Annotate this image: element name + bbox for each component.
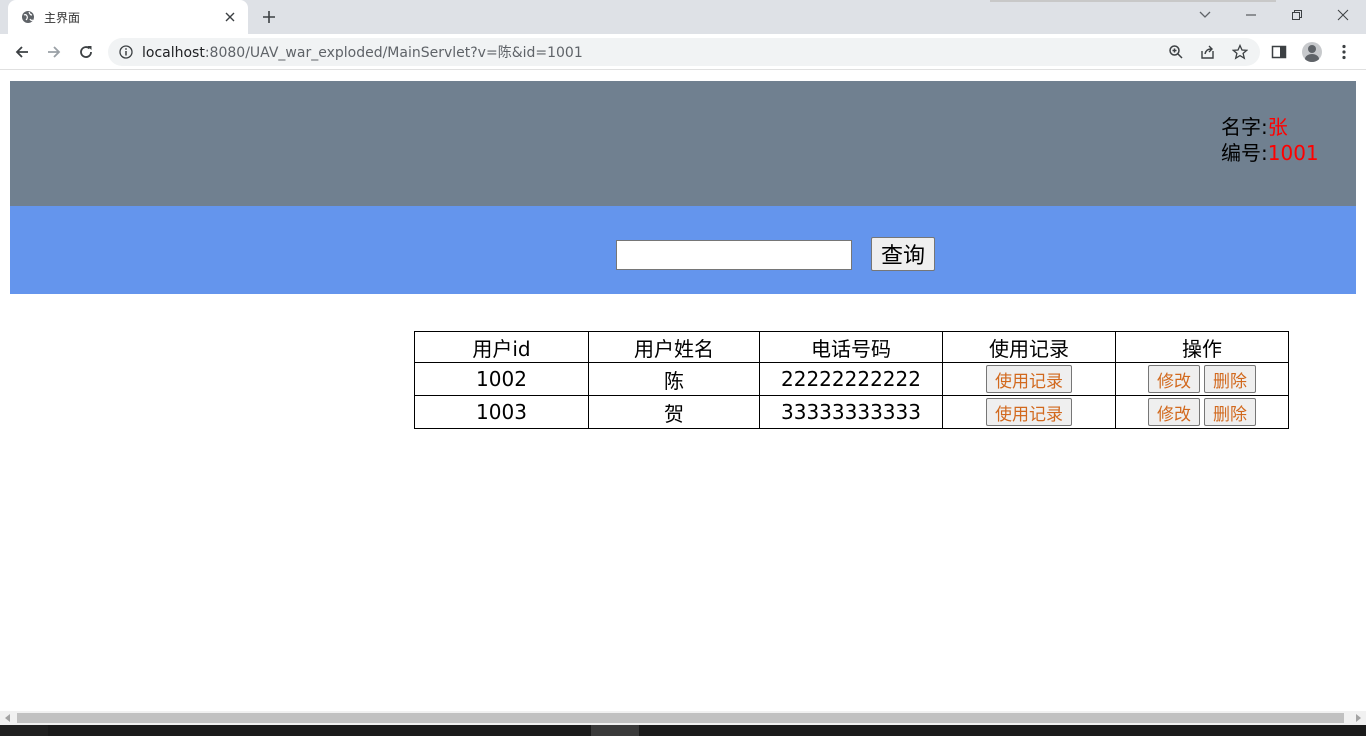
header-phone: 电话号码 [759, 331, 943, 363]
search-button[interactable]: 查询 [871, 237, 935, 271]
avatar [1302, 42, 1322, 62]
header-user-name: 用户姓名 [588, 331, 760, 363]
reload-icon [80, 46, 92, 58]
close-icon[interactable] [222, 9, 238, 25]
globe-icon [20, 9, 36, 25]
scrollbar-thumb[interactable] [17, 713, 1344, 723]
cell-user-id: 1003 [414, 395, 589, 429]
taskbar [0, 725, 1366, 736]
user-id-line: 编号:1001 [1221, 140, 1319, 166]
delete-button[interactable]: 删除 [1204, 398, 1256, 426]
back-button[interactable] [8, 38, 36, 66]
cell-actions: 修改 删除 [1115, 395, 1289, 429]
cell-actions: 修改 删除 [1115, 362, 1289, 396]
scroll-left-icon[interactable] [5, 714, 10, 722]
usage-record-button[interactable]: 使用记录 [986, 365, 1072, 393]
cell-phone: 33333333333 [759, 395, 943, 429]
id-value: 1001 [1267, 141, 1319, 165]
window-close-button[interactable] [1320, 0, 1366, 30]
menu-icon[interactable] [1332, 40, 1356, 64]
search-bar: 查询 [10, 206, 1356, 294]
table-row: 1003 贺 33333333333 使用记录 修改 删除 [414, 395, 1289, 429]
taskbar-segment [48, 725, 1366, 736]
forward-button[interactable] [40, 38, 68, 66]
name-value: 张 [1267, 115, 1288, 139]
close-icon [1337, 9, 1349, 21]
minimize-button[interactable] [1228, 0, 1274, 30]
search-input[interactable] [616, 240, 852, 270]
cell-user-name: 贺 [588, 395, 760, 429]
arrow-left-icon [15, 46, 28, 58]
chevron-down-icon [1199, 11, 1211, 18]
restore-icon [1292, 10, 1302, 20]
horizontal-scrollbar[interactable] [0, 711, 1366, 725]
usage-record-button[interactable]: 使用记录 [986, 398, 1072, 426]
browser-tab[interactable]: 主界面 [8, 0, 248, 34]
side-panel-icon[interactable] [1267, 40, 1291, 64]
info-icon[interactable] [118, 44, 134, 60]
new-tab-button[interactable] [258, 6, 280, 28]
browser-toolbar: localhost:8080/UAV_war_exploded/MainServ… [0, 34, 1366, 70]
header-actions: 操作 [1115, 331, 1289, 363]
header-usage-record: 使用记录 [942, 331, 1116, 363]
tab-search-button[interactable] [1192, 4, 1218, 26]
cell-phone: 22222222222 [759, 362, 943, 396]
zoom-icon[interactable] [1164, 42, 1188, 62]
scroll-right-icon[interactable] [1356, 714, 1361, 722]
cell-usage-record: 使用记录 [942, 395, 1116, 429]
user-name-line: 名字:张 [1221, 114, 1319, 140]
table-header-row: 用户id 用户姓名 电话号码 使用记录 操作 [414, 331, 1289, 363]
cell-usage-record: 使用记录 [942, 362, 1116, 396]
tab-title: 主界面 [44, 10, 81, 25]
name-label: 名字: [1221, 115, 1268, 139]
arrow-right-icon [48, 46, 61, 58]
profile-button[interactable] [1300, 40, 1324, 64]
minimize-icon [1246, 14, 1256, 16]
share-icon[interactable] [1196, 42, 1220, 62]
cell-user-id: 1002 [414, 362, 589, 396]
reload-button[interactable] [72, 38, 100, 66]
star-icon[interactable] [1228, 42, 1252, 62]
edit-button[interactable]: 修改 [1148, 365, 1200, 393]
page-viewport: 名字:张 编号:1001 查询 用户id 用户姓名 电话号码 使用记录 操作 1… [0, 71, 1366, 711]
id-label: 编号: [1221, 141, 1268, 165]
address-bar[interactable]: localhost:8080/UAV_war_exploded/MainServ… [108, 38, 1260, 66]
table-row: 1002 陈 22222222222 使用记录 修改 删除 [414, 362, 1289, 396]
url-path: :8080/UAV_war_exploded/MainServlet?v=陈&i… [204, 45, 583, 61]
tab-strip: 主界面 [0, 0, 1366, 34]
url-host: localhost [142, 45, 205, 61]
taskbar-active-item[interactable] [591, 725, 639, 736]
header-user-id: 用户id [414, 331, 589, 363]
url-text: localhost:8080/UAV_war_exploded/MainServ… [142, 42, 583, 62]
plus-icon [263, 11, 275, 23]
page-header: 名字:张 编号:1001 [10, 81, 1356, 206]
users-table: 用户id 用户姓名 电话号码 使用记录 操作 1002 陈 2222222222… [414, 331, 1289, 429]
cell-user-name: 陈 [588, 362, 760, 396]
delete-button[interactable]: 删除 [1204, 365, 1256, 393]
user-info: 名字:张 编号:1001 [1221, 114, 1319, 166]
edit-button[interactable]: 修改 [1148, 398, 1200, 426]
restore-button[interactable] [1274, 0, 1320, 30]
